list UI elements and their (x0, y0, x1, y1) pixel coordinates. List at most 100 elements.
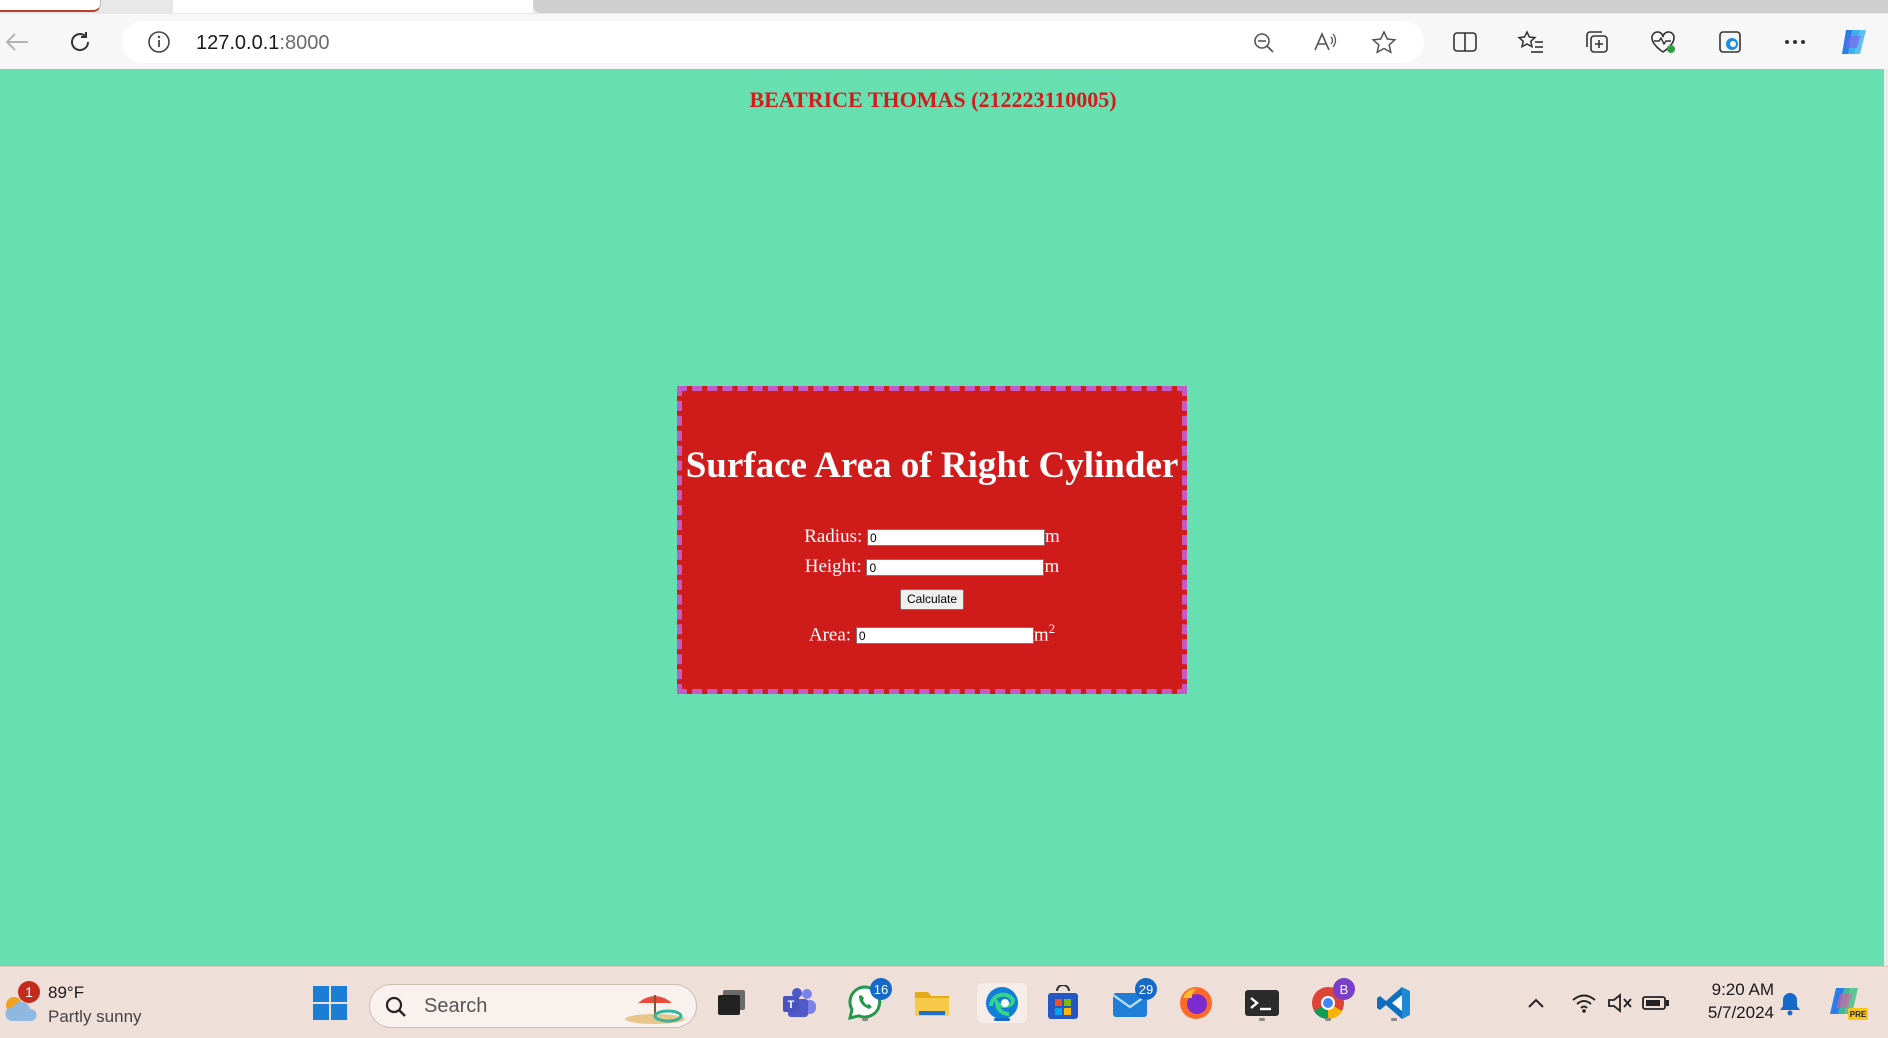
mail-app[interactable]: 29 (1110, 978, 1157, 1023)
whatsapp-app[interactable]: 16 (845, 978, 892, 1023)
edge-extension-button[interactable] (1713, 26, 1747, 58)
height-label: Height: (804, 556, 862, 577)
area-output[interactable] (855, 627, 1034, 645)
page-scrollbar[interactable] (1884, 69, 1888, 966)
mail-badge: 29 (1135, 978, 1157, 1000)
copilot-icon (1842, 30, 1866, 54)
teams-icon: T (783, 988, 816, 1017)
chrome-app[interactable]: B (1308, 978, 1355, 1023)
vscode-app[interactable] (1374, 983, 1414, 1023)
weather-badge: 1 (18, 981, 40, 1003)
windows-logo-icon (313, 986, 347, 1020)
tray-overflow-button[interactable] (1516, 983, 1556, 1023)
back-button[interactable] (0, 26, 34, 58)
task-view-icon (718, 990, 745, 1015)
clock-date: 5/7/2024 (1707, 1003, 1774, 1022)
area-label: Area: (808, 624, 852, 646)
teams-app[interactable]: T (780, 983, 820, 1023)
volume-status[interactable] (1602, 983, 1638, 1023)
taskbar-search[interactable]: Search (369, 984, 697, 1028)
collections-icon (1586, 31, 1608, 53)
browser-essentials-button[interactable] (1646, 26, 1680, 58)
file-explorer-app[interactable] (912, 983, 952, 1023)
whatsapp-badge: 16 (870, 978, 892, 1000)
calculator-title: Surface Area of Right Cylinder (685, 445, 1179, 486)
wifi-icon (1572, 994, 1596, 1013)
radius-label: Radius: (804, 526, 863, 547)
radius-row: Radius: m (682, 526, 1182, 548)
battery-status[interactable] (1638, 983, 1674, 1023)
running-indicator (1325, 1018, 1331, 1021)
refresh-icon (71, 32, 90, 51)
running-indicator (862, 1018, 868, 1021)
task-view-button[interactable] (712, 983, 752, 1023)
vscode-icon (1377, 987, 1410, 1019)
favorites-button[interactable] (1514, 26, 1548, 58)
store-app[interactable] (1043, 983, 1083, 1023)
student-name-heading: BEATRICE THOMAS (212223110005) (749, 87, 1117, 112)
svg-text:PRE: PRE (1850, 1010, 1867, 1019)
area-unit: m (1033, 624, 1049, 646)
zoom-out-icon[interactable] (1252, 31, 1276, 55)
edge-icon (986, 987, 1018, 1019)
favorites-list-icon (1517, 30, 1543, 53)
firefox-app[interactable] (1176, 983, 1216, 1023)
tab-area[interactable] (173, 0, 533, 13)
weather-widget[interactable]: 1 89°F Partly sunny (2, 981, 162, 1027)
refresh-button[interactable] (63, 26, 97, 58)
search-highlight-beach-icon (625, 995, 685, 1024)
terminal-icon (1245, 990, 1279, 1016)
volume-muted-icon (1608, 993, 1632, 1013)
area-unit-exponent: 2 (1048, 621, 1056, 636)
svg-text:T: T (788, 999, 795, 1011)
copilot-button[interactable] (1838, 26, 1872, 58)
notifications-button[interactable] (1772, 983, 1808, 1023)
favorite-star-icon[interactable] (1371, 30, 1397, 56)
wifi-status[interactable] (1566, 983, 1602, 1023)
start-button[interactable] (310, 983, 350, 1023)
height-input[interactable] (866, 559, 1045, 577)
clock-time: 9:20 AM (1711, 980, 1774, 999)
store-icon (1048, 985, 1078, 1019)
edge-page-icon (1719, 31, 1741, 53)
clock[interactable]: 9:20 AM 5/7/2024 (1680, 979, 1774, 1025)
copilot-taskbar-button[interactable]: PRE (1826, 983, 1870, 1023)
active-indicator (994, 1018, 1010, 1021)
radius-unit: m (1045, 526, 1060, 547)
site-info-icon[interactable] (147, 30, 171, 54)
calculate-button[interactable]: Calculate (899, 588, 965, 610)
split-screen-button[interactable] (1448, 26, 1482, 58)
weather-temperature: 89°F (48, 983, 85, 1002)
terminal-app[interactable] (1242, 983, 1282, 1023)
tab-strip (0, 0, 1888, 14)
page-viewport: BEATRICE THOMAS (212223110005) Surface A… (0, 69, 1888, 966)
running-indicator (1391, 1018, 1397, 1021)
battery-icon (1642, 996, 1669, 1010)
active-tab[interactable] (0, 0, 101, 12)
firefox-icon (1180, 987, 1212, 1019)
heart-pulse-icon (1651, 31, 1675, 53)
url-text[interactable]: 127.0.0.1:8000 (196, 32, 329, 55)
read-aloud-icon[interactable] (1312, 30, 1338, 54)
radius-input[interactable] (867, 529, 1046, 547)
split-screen-icon (1453, 32, 1477, 52)
folder-icon (915, 992, 949, 1016)
search-icon (385, 996, 406, 1017)
search-placeholder: Search (424, 995, 488, 1017)
address-bar[interactable]: 127.0.0.1:8000 (122, 21, 1424, 63)
browser-toolbar: 127.0.0.1:8000 (0, 14, 1888, 69)
edge-app[interactable] (977, 983, 1027, 1023)
area-row: Area: m2 (682, 621, 1182, 646)
taskbar: 1 89°F Partly sunny Search T 16 29 B 9:2… (0, 966, 1888, 1038)
calculate-row: Calculate (682, 587, 1182, 610)
background-tab[interactable] (533, 0, 1888, 13)
height-unit: m (1044, 556, 1060, 577)
bell-icon (1780, 993, 1800, 1016)
url-port: :8000 (279, 32, 330, 54)
back-arrow-icon (5, 33, 28, 51)
url-host: 127.0.0.1 (196, 32, 280, 54)
more-options-button[interactable] (1778, 26, 1812, 58)
chrome-profile-badge: B (1333, 978, 1355, 1000)
chevron-up-icon (1528, 998, 1544, 1008)
collections-button[interactable] (1580, 26, 1614, 58)
